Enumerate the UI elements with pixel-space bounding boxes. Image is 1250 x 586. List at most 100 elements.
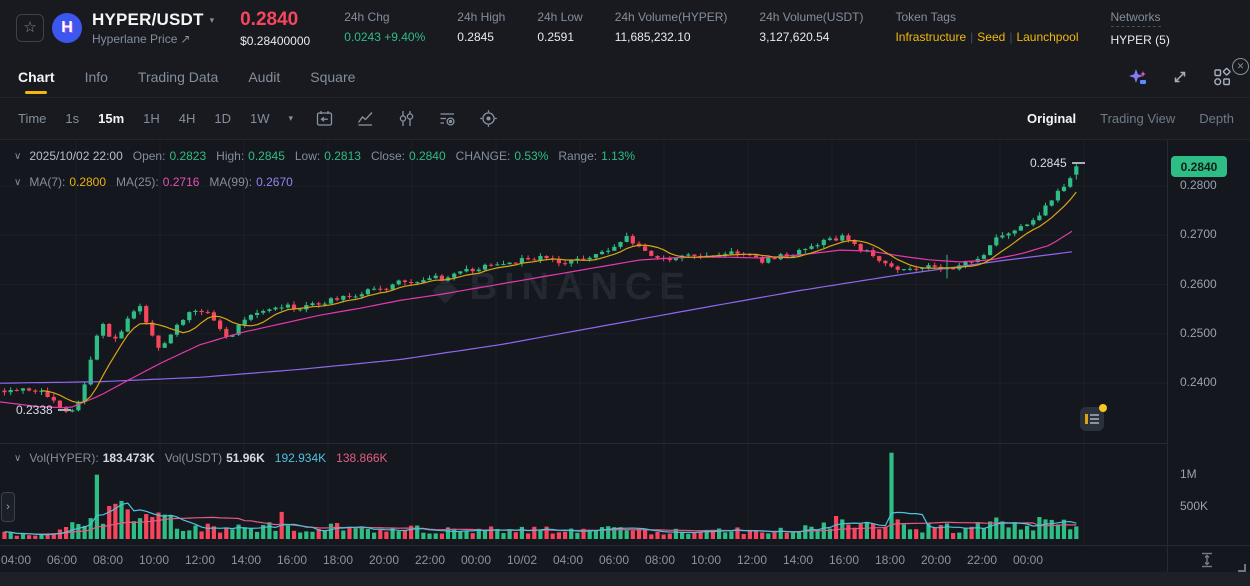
- compare-candles-icon[interactable]: [397, 109, 416, 128]
- time-tick: 20:00: [920, 553, 952, 567]
- networks-column: Networks HYPER (5): [1110, 10, 1170, 47]
- tag-separator: |: [970, 29, 974, 44]
- chart-style-icon[interactable]: [356, 109, 375, 128]
- time-tick: 14:00: [230, 553, 262, 567]
- readout-label: Range:: [558, 149, 598, 163]
- chart-settings-icon[interactable]: [479, 109, 498, 128]
- symbol-title-block: HYPER/USDT ▾ Hyperlane Price ↗: [92, 10, 214, 46]
- tab-audit[interactable]: Audit: [248, 56, 280, 97]
- ma-readout: ∨ MA(7): 0.2800 MA(25): 0.2716 MA(99): 0.2670: [14, 175, 303, 189]
- interval-1s[interactable]: 1s: [65, 111, 79, 126]
- chevron-down-icon: ▾: [209, 14, 215, 25]
- time-tick: 22:00: [966, 553, 998, 567]
- vol-label: Vol(HYPER):: [29, 451, 99, 465]
- symbol-selector[interactable]: HYPER/USDT ▾: [92, 10, 214, 30]
- stat-value: 3,127,620.54: [759, 29, 830, 44]
- widgets-grid-icon[interactable]: [1212, 67, 1232, 87]
- tab-trading-data[interactable]: Trading Data: [138, 56, 218, 97]
- session-high-marker: 0.2845: [1030, 156, 1085, 170]
- time-tick: 06:00: [46, 553, 78, 567]
- view-depth[interactable]: Depth: [1199, 111, 1234, 126]
- ma-label: MA(99):: [209, 175, 253, 189]
- readout-value: 0.2813: [324, 149, 361, 163]
- token-tag[interactable]: Infrastructure: [895, 30, 966, 44]
- notification-dot: [1099, 404, 1107, 412]
- price-axis[interactable]: 0.2800 0.2700 0.2600 0.2500 0.2400 0.2840 1M…: [1167, 140, 1250, 572]
- chart-view-switch: Original Trading View Depth: [1027, 111, 1234, 126]
- axis-scale-icon[interactable]: [1197, 550, 1217, 570]
- favorite-star-button[interactable]: ☆: [16, 14, 44, 42]
- stat-column: 24h Volume(USDT) 3,127,620.54: [759, 10, 863, 47]
- symbol-name: HYPER/USDT: [92, 10, 204, 29]
- readout-value: 1.13%: [601, 149, 636, 163]
- time-tick: 12:00: [736, 553, 768, 567]
- time-tick: 10:00: [690, 553, 722, 567]
- vol-value: 183.473K: [102, 451, 155, 465]
- interval-1h[interactable]: 1H: [143, 111, 160, 126]
- time-tick: 04:00: [0, 553, 32, 567]
- ma-value: 0.2800: [69, 175, 107, 189]
- token-tag[interactable]: Launchpool: [1016, 30, 1078, 44]
- collapse-icon[interactable]: ∨: [14, 177, 21, 188]
- time-tick: 06:00: [598, 553, 630, 567]
- stat-column: 24h Low 0.2591: [537, 10, 582, 47]
- tag-separator: |: [1009, 29, 1013, 44]
- jump-to-date-icon[interactable]: [315, 109, 334, 128]
- time-tick: 12:00: [184, 553, 216, 567]
- ma-label: MA(7):: [29, 175, 66, 189]
- chart-toolbar: Time 1s 15m 1H 4H 1D 1W ▾ Original Trading Vie…: [0, 98, 1250, 140]
- fullscreen-expand-icon[interactable]: [1170, 67, 1190, 87]
- networks-label[interactable]: Networks: [1110, 10, 1161, 27]
- volume-tick: 500K: [1180, 498, 1209, 513]
- price-tick: 0.2500: [1180, 325, 1217, 340]
- news-feed-icon[interactable]: [1080, 404, 1107, 431]
- tab-square[interactable]: Square: [310, 56, 355, 97]
- chevron-right-icon: ›: [6, 501, 10, 513]
- pane-expander-button[interactable]: ›: [1, 492, 15, 522]
- token-tag[interactable]: Seed: [977, 30, 1005, 44]
- indicators-icon[interactable]: [438, 109, 457, 128]
- stat-label: 24h Volume(USDT): [759, 9, 864, 24]
- interval-time[interactable]: Time: [18, 111, 46, 126]
- stat-label: 24h Low: [537, 9, 583, 24]
- time-tick: 20:00: [368, 553, 400, 567]
- page-tabs: Chart Info Trading Data Audit Square: [0, 56, 1250, 97]
- collapse-icon[interactable]: ∨: [14, 453, 21, 464]
- ai-sparkle-icon[interactable]: [1128, 67, 1148, 87]
- volume-readout: ∨ Vol(HYPER): 183.473K Vol(USDT) 51.96K 192.9…: [14, 451, 398, 465]
- time-tick: 00:00: [460, 553, 492, 567]
- interval-1w[interactable]: 1W: [250, 111, 270, 126]
- time-tick: 00:00: [1012, 553, 1044, 567]
- tab-info[interactable]: Info: [85, 56, 108, 97]
- bottom-strip: [0, 572, 1250, 586]
- corner-resize-handle[interactable]: [1238, 564, 1246, 572]
- stat-value: 0.2845: [457, 29, 494, 44]
- view-trading-view[interactable]: Trading View: [1100, 111, 1175, 126]
- external-link-icon: ↗: [180, 32, 191, 46]
- time-tick: 16:00: [276, 553, 308, 567]
- ma-value: 0.2670: [256, 175, 293, 189]
- usd-price: $0.28400000: [240, 33, 311, 48]
- collapse-icon[interactable]: ∨: [14, 151, 21, 162]
- price-source-label: Hyperlane Price: [92, 32, 178, 46]
- time-tick: 16:00: [828, 553, 860, 567]
- time-tick: 14:00: [782, 553, 814, 567]
- interval-15m[interactable]: 15m: [98, 111, 124, 126]
- time-tick: 18:00: [874, 553, 906, 567]
- ohlc-readout: ∨ 2025/10/02 22:00 Open: 0.2823 High: 0.2845 L…: [14, 149, 645, 163]
- interval-4h[interactable]: 4H: [179, 111, 196, 126]
- session-low-marker: 0.2338: [16, 403, 71, 417]
- view-original[interactable]: Original: [1027, 111, 1076, 126]
- interval-buttons: 1s 15m 1H 4H 1D 1W: [65, 111, 288, 126]
- stat-label: 24h Volume(HYPER): [614, 9, 728, 24]
- stat-column: 24h Chg 0.0243 +9.40%: [344, 10, 425, 47]
- price-source-link[interactable]: Hyperlane Price ↗: [92, 32, 214, 46]
- more-intervals-chevron-icon[interactable]: ▾: [289, 113, 294, 124]
- readout-label: Low:: [294, 149, 321, 163]
- close-icon[interactable]: ✕: [1232, 58, 1249, 75]
- vol-ma-value: 138.866K: [336, 451, 388, 465]
- interval-1d[interactable]: 1D: [214, 111, 231, 126]
- time-axis[interactable]: 04:00 06:00 08:00 10:00 12:00 14:00 16:00 18:00…: [0, 545, 1250, 572]
- time-tick: 10/02: [506, 553, 538, 567]
- tab-chart[interactable]: Chart: [18, 56, 55, 97]
